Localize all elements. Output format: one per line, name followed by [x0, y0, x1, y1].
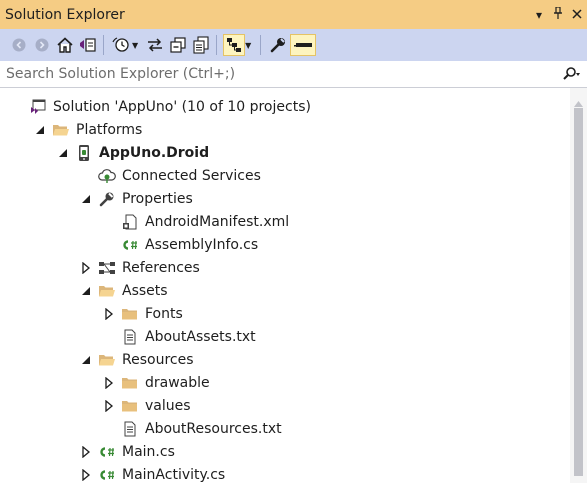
title-bar: Solution Explorer ▾ — [0, 0, 587, 29]
expanded-arrow-icon[interactable] — [55, 145, 71, 161]
show-hierarchy-dropdown-icon[interactable]: ▼ — [245, 41, 251, 50]
solution-icon — [29, 99, 47, 115]
window-position-dropdown-icon[interactable]: ▾ — [530, 8, 548, 22]
tree-item[interactable]: drawable — [0, 371, 210, 394]
pin-icon[interactable] — [549, 6, 567, 22]
expanded-arrow-icon[interactable] — [78, 352, 94, 368]
pending-changes-dropdown-icon[interactable]: ▼ — [132, 41, 138, 50]
collapsed-arrow-icon[interactable] — [78, 260, 94, 276]
tree-item-label: Solution 'AppUno' (10 of 10 projects) — [53, 98, 311, 115]
tree-item[interactable]: Main.cs — [0, 440, 175, 463]
expanded-arrow-icon[interactable] — [78, 191, 94, 207]
tree-item[interactable]: Properties — [0, 187, 193, 210]
no-expander — [101, 214, 117, 230]
tree-item[interactable]: References — [0, 256, 200, 279]
tree-item-label: Platforms — [76, 121, 143, 138]
home-icon[interactable] — [54, 34, 76, 56]
tree-item-label: values — [145, 397, 191, 414]
tree-item[interactable]: Fonts — [0, 302, 183, 325]
tree-item[interactable]: Connected Services — [0, 164, 261, 187]
back-icon[interactable] — [8, 34, 30, 56]
tree-item-label: drawable — [145, 374, 210, 391]
text-file-icon — [121, 329, 139, 345]
tree-item-label: Main.cs — [122, 443, 175, 460]
tree-item[interactable]: MainActivity.cs — [0, 463, 225, 483]
close-icon[interactable] — [568, 8, 586, 22]
tree-item-label: Properties — [122, 190, 193, 207]
toolbar-separator — [216, 35, 218, 55]
tree-item-label: Resources — [122, 351, 194, 368]
manifest-icon — [121, 214, 139, 230]
toolbar-separator — [103, 35, 104, 55]
collapsed-arrow-icon[interactable] — [101, 375, 117, 391]
folder-open-icon — [98, 352, 116, 368]
tree-item-label: MainActivity.cs — [122, 466, 226, 483]
folder-icon — [121, 375, 139, 391]
tree-item-label: Assets — [122, 282, 168, 299]
expanded-arrow-icon[interactable] — [32, 122, 48, 138]
tree-item-label: AppUno.Droid — [99, 144, 210, 161]
tree-item[interactable]: Resources — [0, 348, 194, 371]
tree-item[interactable]: AppUno.Droid — [0, 141, 209, 164]
collapse-all-icon[interactable] — [167, 34, 189, 56]
expanded-arrow-icon[interactable] — [78, 283, 94, 299]
folder-open-icon — [52, 122, 70, 138]
preview-selected-items-icon[interactable] — [290, 34, 317, 56]
tree-item-label: AboutAssets.txt — [145, 328, 256, 345]
csharp-file-icon — [98, 444, 116, 460]
search-input[interactable] — [6, 66, 561, 82]
no-expander — [101, 421, 117, 437]
collapsed-arrow-icon[interactable] — [78, 444, 94, 460]
csharp-file-icon — [98, 467, 116, 483]
collapsed-arrow-icon[interactable] — [101, 398, 117, 414]
connected-services-icon — [98, 168, 116, 184]
sync-active-document-icon[interactable] — [144, 34, 166, 56]
wrench-icon — [98, 191, 116, 207]
show-hierarchy-icon[interactable] — [223, 34, 246, 56]
android-project-icon — [75, 144, 93, 161]
tree-item[interactable]: AboutAssets.txt — [0, 325, 256, 348]
search-icon[interactable] — [561, 66, 587, 82]
tree-item[interactable]: Platforms — [0, 118, 142, 141]
no-expander — [101, 329, 117, 345]
solution-tree: Solution 'AppUno' (10 of 10 projects) Pla… — [0, 88, 587, 483]
properties-icon[interactable] — [267, 34, 289, 56]
folder-icon — [121, 306, 139, 322]
toolbar: ▼ ▼ — [0, 29, 587, 61]
show-all-files-icon[interactable] — [190, 34, 212, 56]
tree-item[interactable]: values — [0, 394, 191, 417]
no-expander — [9, 99, 25, 115]
no-expander — [101, 237, 117, 253]
folder-open-icon — [98, 283, 116, 299]
folder-icon — [121, 398, 139, 414]
tree-item[interactable]: AndroidManifest.xml — [0, 210, 289, 233]
tree-item[interactable]: AssemblyInfo.cs — [0, 233, 258, 256]
tree-item-label: Fonts — [145, 305, 183, 322]
pending-changes-filter-icon[interactable] — [110, 34, 132, 56]
vertical-scrollbar[interactable] — [570, 88, 587, 483]
tree-item[interactable]: Assets — [0, 279, 168, 302]
tree-item-label: Connected Services — [122, 167, 261, 184]
csharp-file-icon — [121, 237, 139, 253]
tree-item-label: AssemblyInfo.cs — [145, 236, 259, 253]
collapsed-arrow-icon[interactable] — [78, 467, 94, 483]
search-bar — [0, 61, 587, 88]
scrollbar-thumb[interactable] — [574, 108, 583, 476]
tree-item[interactable]: Solution 'AppUno' (10 of 10 projects) — [0, 95, 311, 118]
references-icon — [98, 260, 116, 276]
forward-icon[interactable] — [31, 34, 53, 56]
no-expander — [78, 168, 94, 184]
collapsed-arrow-icon[interactable] — [101, 306, 117, 322]
toolbar-separator — [260, 35, 262, 55]
window-title: Solution Explorer — [5, 6, 125, 23]
text-file-icon — [121, 421, 139, 437]
tree-item[interactable]: AboutResources.txt — [0, 417, 282, 440]
tree-item-label: AndroidManifest.xml — [145, 213, 290, 230]
switch-views-icon[interactable] — [77, 34, 99, 56]
tree-item-label: AboutResources.txt — [145, 420, 282, 437]
tree-item-label: References — [122, 259, 200, 276]
